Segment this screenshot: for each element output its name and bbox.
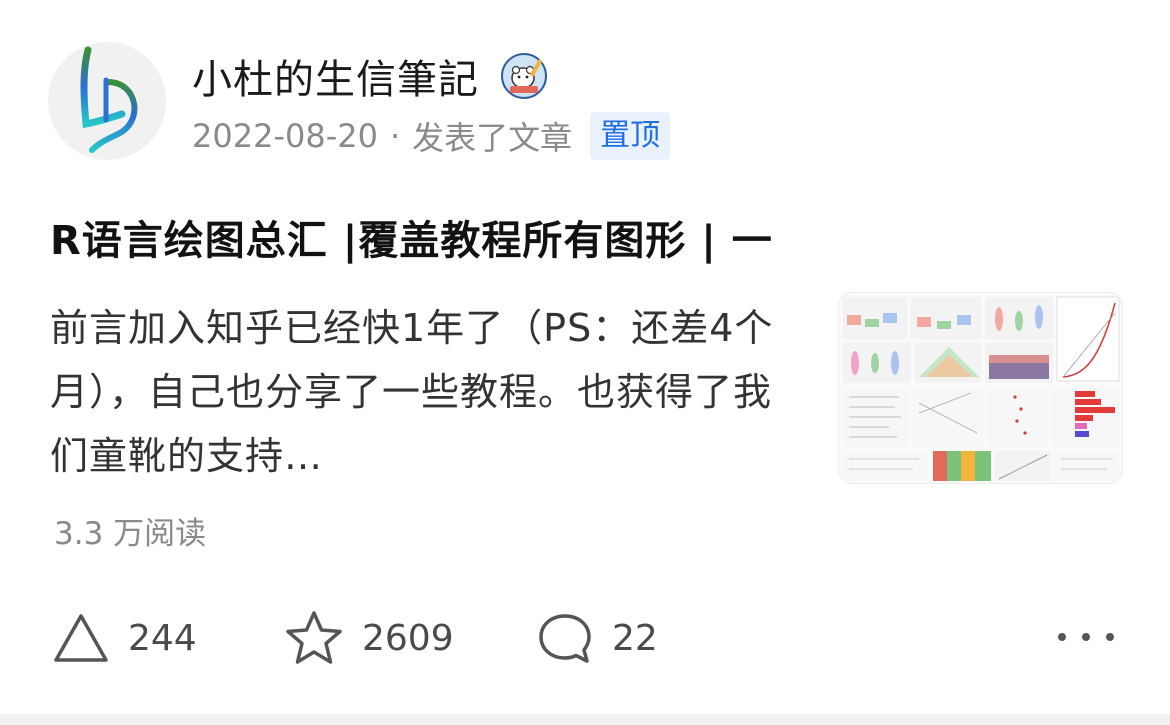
author-row: 小杜的生信筆記 — [192, 46, 547, 106]
post-date: 2022-08-20 — [192, 117, 378, 155]
favorite-button[interactable]: 2609 — [284, 606, 454, 670]
post-excerpt[interactable]: 前言加入知乎已经快1年了（PS：还差4个月），自己也分享了一些教程。也获得了我们… — [50, 296, 780, 488]
more-dot — [1106, 633, 1114, 641]
more-options-button[interactable] — [1058, 620, 1114, 654]
upvote-triangle-icon — [54, 614, 108, 662]
author-name[interactable]: 小杜的生信筆記 — [192, 47, 479, 105]
meta-separator: · — [389, 117, 401, 155]
author-avatar[interactable] — [48, 42, 166, 160]
upvote-button[interactable]: 244 — [52, 606, 197, 670]
upvote-count: 244 — [128, 617, 197, 659]
post-meta: 2022-08-20 · 发表了文章 置顶 — [192, 110, 671, 162]
section-divider — [0, 714, 1170, 725]
comment-button[interactable]: 22 — [536, 606, 658, 670]
bear-pencil-badge-icon — [501, 53, 547, 99]
ld-logo-icon — [80, 46, 138, 153]
post-action: 发表了文章 — [412, 119, 573, 157]
comment-bubble-icon — [539, 614, 591, 663]
post-title[interactable]: R语言绘图总汇 |覆盖教程所有图形 | 一 — [50, 208, 773, 266]
read-count: 3.3 万阅读 — [54, 516, 207, 552]
more-dot — [1082, 633, 1090, 641]
pinned-badge: 置顶 — [590, 112, 671, 160]
more-dots-icon — [1058, 633, 1066, 641]
post-thumbnail[interactable] — [838, 292, 1123, 484]
comment-count: 22 — [612, 617, 658, 659]
favorite-count: 2609 — [362, 617, 454, 659]
star-icon — [286, 611, 342, 664]
chart-collage-thumbnail — [839, 293, 1122, 483]
